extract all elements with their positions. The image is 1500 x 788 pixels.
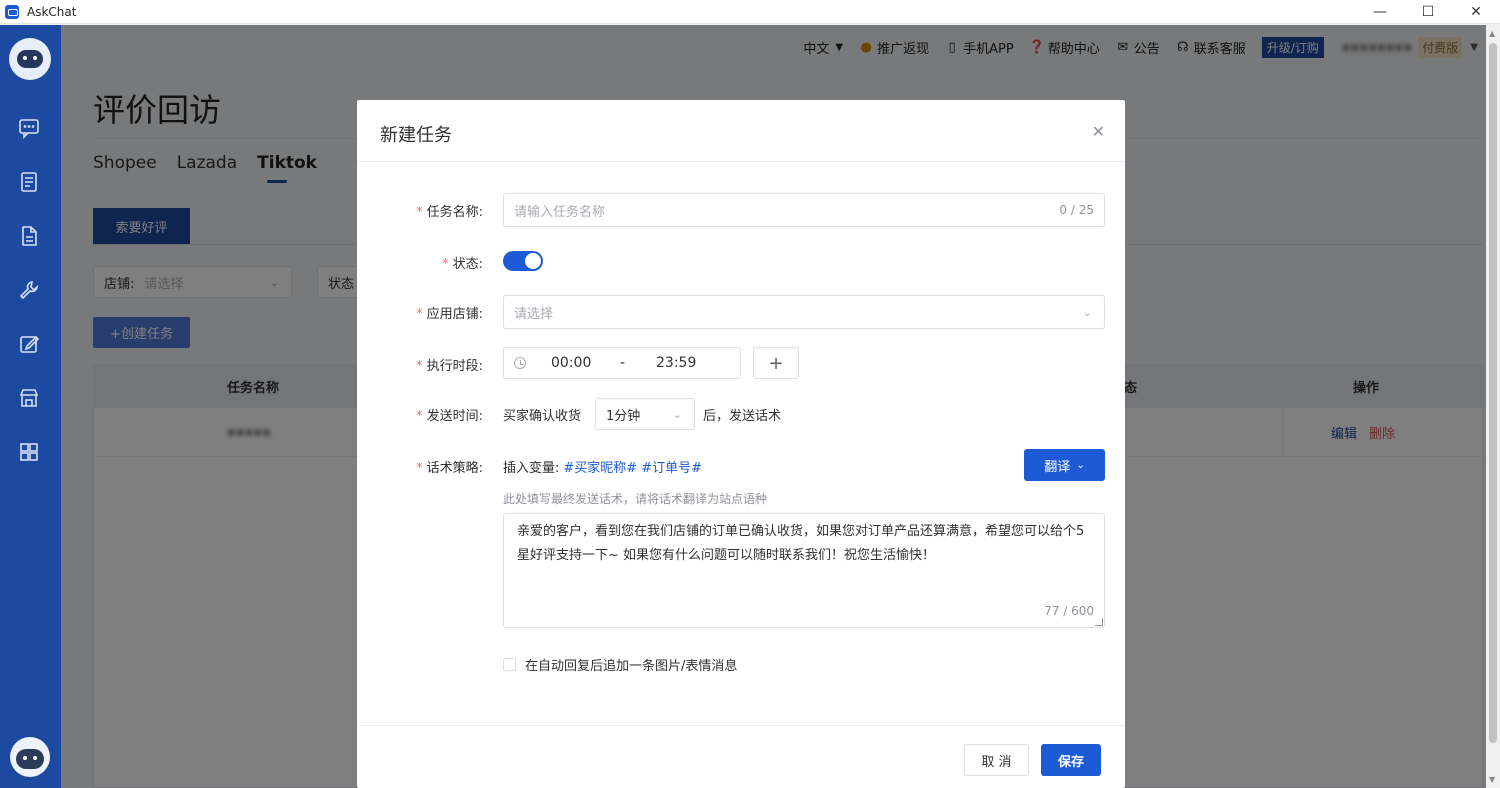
append-image-option[interactable]: 在自动回复后追加一条图片/表情消息 [503,655,737,674]
wrench-icon[interactable] [18,279,40,301]
send-time-prefix: 买家确认收货 [503,409,582,424]
chevron-down-icon: ⌄ [1082,305,1092,319]
task-name-input[interactable]: 请输入任务名称 0 / 25 [503,193,1105,227]
message-counter: 77 / 600 [1044,604,1094,618]
clock-icon [514,357,526,369]
insert-vars-label: 插入变量: [503,461,560,476]
append-image-checkbox[interactable] [503,658,516,671]
task-name-label: * 任务名称: [416,205,483,220]
append-image-label: 在自动回复后追加一条图片/表情消息 [525,659,738,674]
period-start[interactable]: 00:00 [551,355,591,371]
time-range-picker[interactable]: 00:00 - 23:59 [503,347,741,379]
shop-label: * 应用店铺: [416,307,483,322]
send-delay-value: 1分钟 [606,408,641,424]
message-textarea[interactable]: 亲爱的客户，看到您在我们店铺的订单已确认收货，如果您对订单产品还算满意，希望您可… [503,513,1105,628]
scroll-down-arrow-icon[interactable]: ▼ [1489,775,1495,784]
period-separator: - [620,355,626,371]
var-buyer-nickname[interactable]: #买家昵称# [563,461,637,476]
edit-icon[interactable] [18,333,40,355]
chevron-down-icon: ⌄ [672,407,682,421]
robot-logo-icon[interactable] [9,38,51,80]
chevron-down-icon: ⌄ [1076,459,1085,471]
send-time-label: * 发送时间: [416,409,483,424]
window-title: AskChat [27,4,77,19]
window-controls: — ☐ ✕ [1356,0,1500,24]
period-end[interactable]: 23:59 [656,355,696,371]
user-avatar[interactable] [10,737,50,777]
order-list-icon[interactable] [18,171,40,193]
close-icon[interactable]: ✕ [1092,122,1105,141]
shop-select[interactable]: 请选择 ⌄ [503,295,1105,329]
strategy-hint: 此处填写最终发送话术，请将话术翻译为站点语种 [503,492,768,506]
scroll-thumb[interactable] [1489,43,1497,743]
period-label: * 执行时段: [416,359,483,374]
send-delay-select[interactable]: 1分钟 ⌄ [595,398,695,430]
status-label: * 状态: [442,257,483,272]
send-time-suffix: 后，发送话术 [703,409,782,424]
minimize-button[interactable]: — [1356,0,1404,24]
shop-placeholder: 请选择 [514,306,554,322]
dialog-title: 新建任务 [380,125,452,146]
store-icon[interactable] [18,387,40,409]
window-titlebar: AskChat — ☐ ✕ [0,0,1500,24]
new-task-dialog: 新建任务 ✕ * 任务名称: 请输入任务名称 0 / 25 * 状态: * 应用店铺:… [357,100,1125,788]
task-name-placeholder: 请输入任务名称 [514,204,606,220]
message-text: 亲爱的客户，看到您在我们店铺的订单已确认收货，如果您对订单产品还算满意，希望您可… [517,524,1085,563]
dialog-footer: 取 消 保存 [357,725,1125,788]
dialog-header: 新建任务 ✕ [357,100,1125,162]
chat-icon[interactable] [18,117,40,139]
document-icon[interactable] [18,225,40,247]
insert-variables: 插入变量: #买家昵称# #订单号# [503,457,702,476]
save-button[interactable]: 保存 [1041,744,1101,776]
task-name-counter: 0 / 25 [1059,203,1094,217]
page-scrollbar[interactable]: ▲ ▼ [1486,25,1500,788]
add-period-button[interactable]: + [753,347,799,379]
translate-button[interactable]: 翻译 ⌄ [1024,449,1105,481]
resize-handle-icon[interactable] [1095,618,1103,626]
strategy-label: * 话术策略: [416,461,483,476]
app-logo-icon [5,4,19,19]
var-order-number[interactable]: #订单号# [641,461,702,476]
close-window-button[interactable]: ✕ [1452,0,1500,24]
translate-label: 翻译 [1044,459,1071,475]
apps-grid-icon[interactable] [18,441,40,463]
scroll-up-arrow-icon[interactable]: ▲ [1489,29,1495,38]
sidebar [0,25,61,788]
cancel-button[interactable]: 取 消 [964,744,1029,776]
maximize-button[interactable]: ☐ [1404,0,1452,24]
status-toggle[interactable] [503,251,543,271]
